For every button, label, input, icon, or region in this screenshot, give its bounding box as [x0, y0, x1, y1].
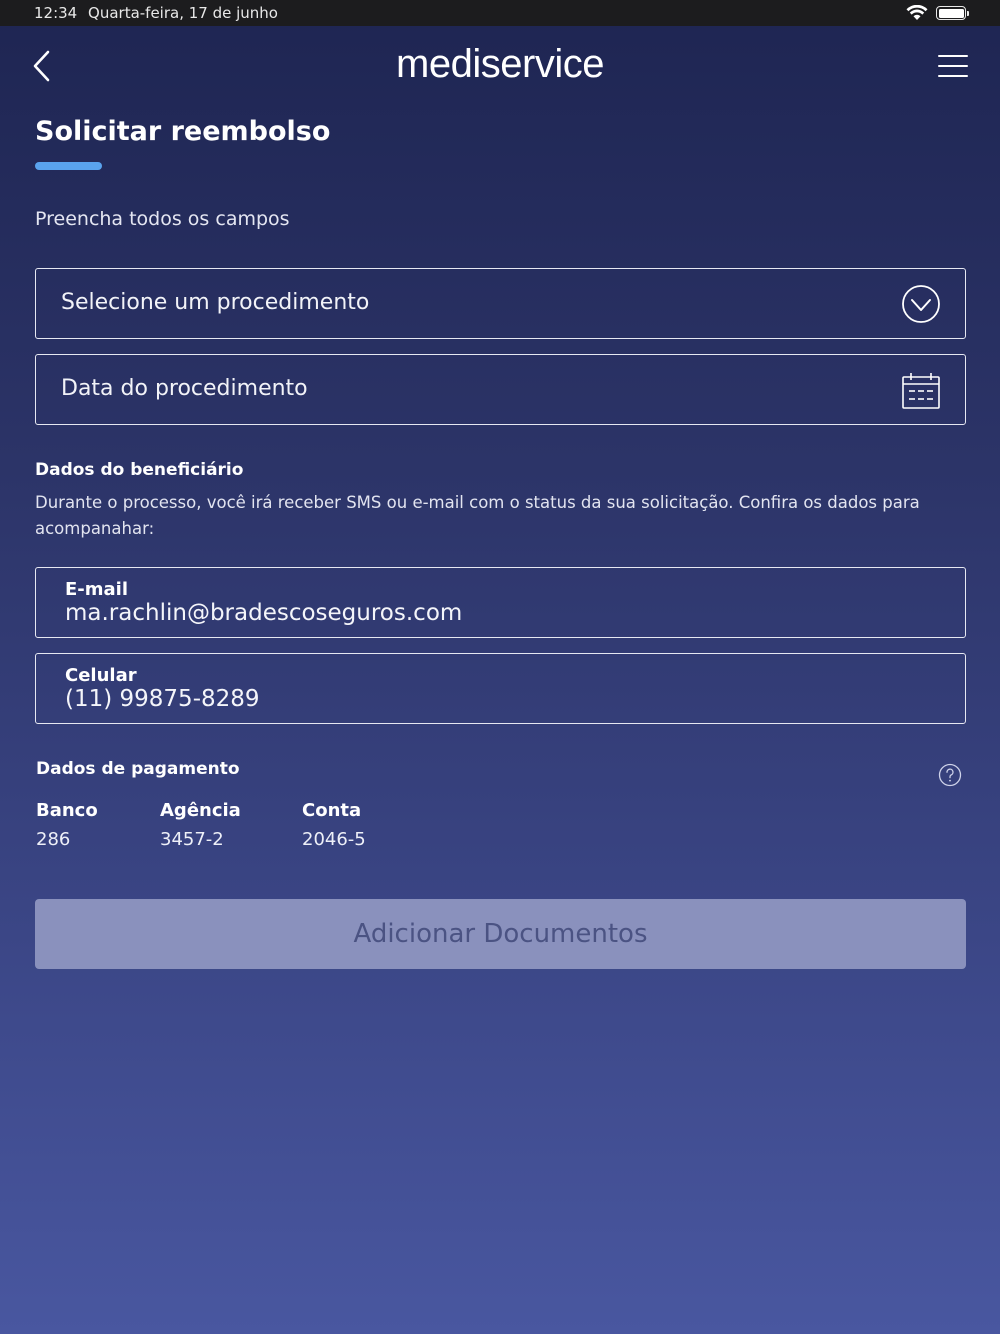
wifi-icon	[906, 5, 928, 20]
status-right	[906, 5, 969, 21]
add-documents-button[interactable]: Adicionar Documentos	[35, 899, 966, 969]
calendar-icon[interactable]	[901, 371, 941, 411]
phone-field[interactable]: Celular (11) 99875-8289	[35, 653, 966, 724]
payment-agency: Agência 3457-2	[160, 800, 241, 850]
status-time: 12:34	[34, 4, 78, 22]
procedure-select[interactable]: Selecione um procedimento	[35, 268, 966, 339]
procedure-date-placeholder: Data do procedimento	[61, 376, 308, 401]
payment-bank-value: 286	[36, 829, 71, 850]
email-field[interactable]: E-mail ma.rachlin@bradescoseguros.com	[35, 567, 966, 638]
title-underline	[35, 162, 102, 170]
procedure-select-placeholder: Selecione um procedimento	[61, 290, 370, 315]
payment-bank-label: Banco	[36, 800, 98, 821]
app-header: mediservice	[0, 26, 1000, 106]
hamburger-menu-icon	[938, 55, 968, 77]
payment-account: Conta 2046-5	[302, 800, 366, 850]
status-bar: 12:34 Quarta-feira, 17 de junho	[0, 0, 1000, 26]
beneficiary-section-title: Dados do beneficiário	[35, 460, 244, 480]
email-value[interactable]: ma.rachlin@bradescoseguros.com	[65, 600, 462, 626]
menu-button[interactable]	[938, 54, 968, 78]
payment-agency-value: 3457-2	[160, 829, 224, 850]
email-label: E-mail	[65, 579, 129, 600]
phone-value[interactable]: (11) 99875-8289	[65, 686, 260, 712]
question-circle-icon[interactable]	[938, 763, 962, 787]
chevron-down-circle-icon[interactable]	[901, 284, 941, 324]
payment-section-title: Dados de pagamento	[36, 759, 240, 779]
beneficiary-description: Durante o processo, você irá receber SMS…	[35, 493, 920, 538]
phone-label: Celular	[65, 665, 137, 686]
app-logo: mediservice	[396, 42, 604, 86]
battery-icon	[936, 6, 969, 20]
payment-account-value: 2046-5	[302, 829, 366, 850]
battery-level	[938, 8, 964, 18]
form-instructions: Preencha todos os campos	[35, 208, 290, 230]
page-title: Solicitar reembolso	[35, 116, 331, 147]
procedure-date-field[interactable]: Data do procedimento	[35, 354, 966, 425]
payment-agency-label: Agência	[160, 800, 241, 821]
status-date: Quarta-feira, 17 de junho	[88, 4, 278, 22]
payment-bank: Banco 286	[36, 800, 98, 850]
payment-account-label: Conta	[302, 800, 362, 821]
status-left: 12:34 Quarta-feira, 17 de junho	[34, 4, 284, 22]
